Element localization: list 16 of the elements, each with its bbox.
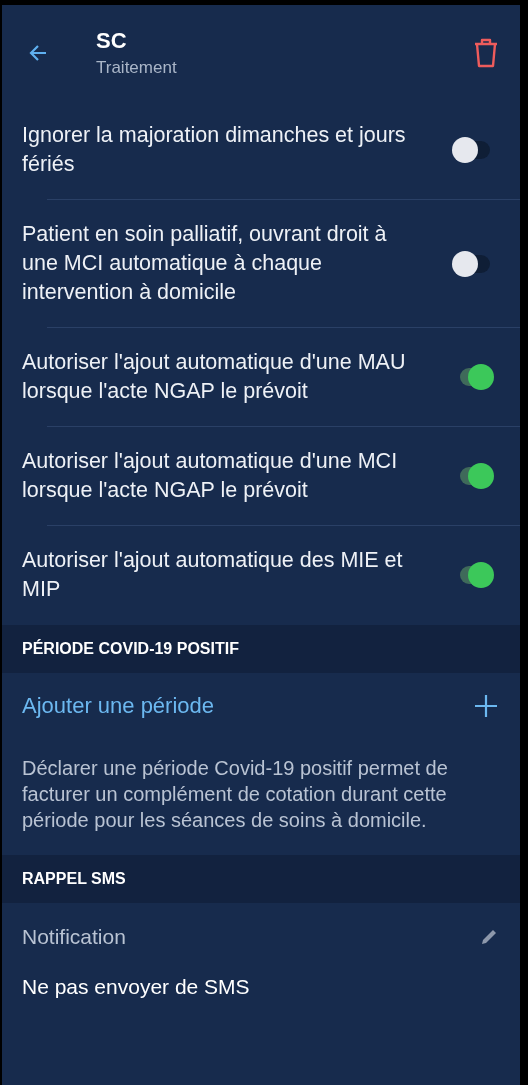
header-subtitle: Traitement <box>96 58 178 78</box>
header-title: SC <box>96 28 128 54</box>
setting-label: Autoriser l'ajout automatique d'une MAU lorsque l'acte NGAP le prévoit <box>22 349 407 405</box>
add-period-button[interactable]: Ajouter une période <box>2 673 520 739</box>
plus-icon <box>474 694 498 718</box>
covid-description: Déclarer une période Covid-19 positif permet de facturer un complément de cotation durant cette période pour les séances de soins à domicile. <box>21 756 449 833</box>
setting-label: Autoriser l'ajout automatique des MIE et MIP <box>22 547 404 603</box>
setting-label: Autoriser l'ajout automatique d'une MCI lorsque l'acte NGAP le prévoit <box>22 448 399 504</box>
field-label: Notification <box>22 925 127 949</box>
field-value[interactable]: Ne pas envoyer de SMS <box>2 949 520 999</box>
setting-label: Patient en soin palliatif, ouvrant droit à une MCI automatique à chaque intervention à domicile <box>22 221 388 306</box>
trash-icon <box>472 37 500 69</box>
setting-label: Ignorer la majoration dimanches et jours fériés <box>22 122 407 178</box>
section-title: RAPPEL SMS <box>22 870 126 887</box>
pencil-icon[interactable] <box>480 928 498 946</box>
section-title: PÉRIODE COVID-19 POSITIF <box>22 640 239 657</box>
